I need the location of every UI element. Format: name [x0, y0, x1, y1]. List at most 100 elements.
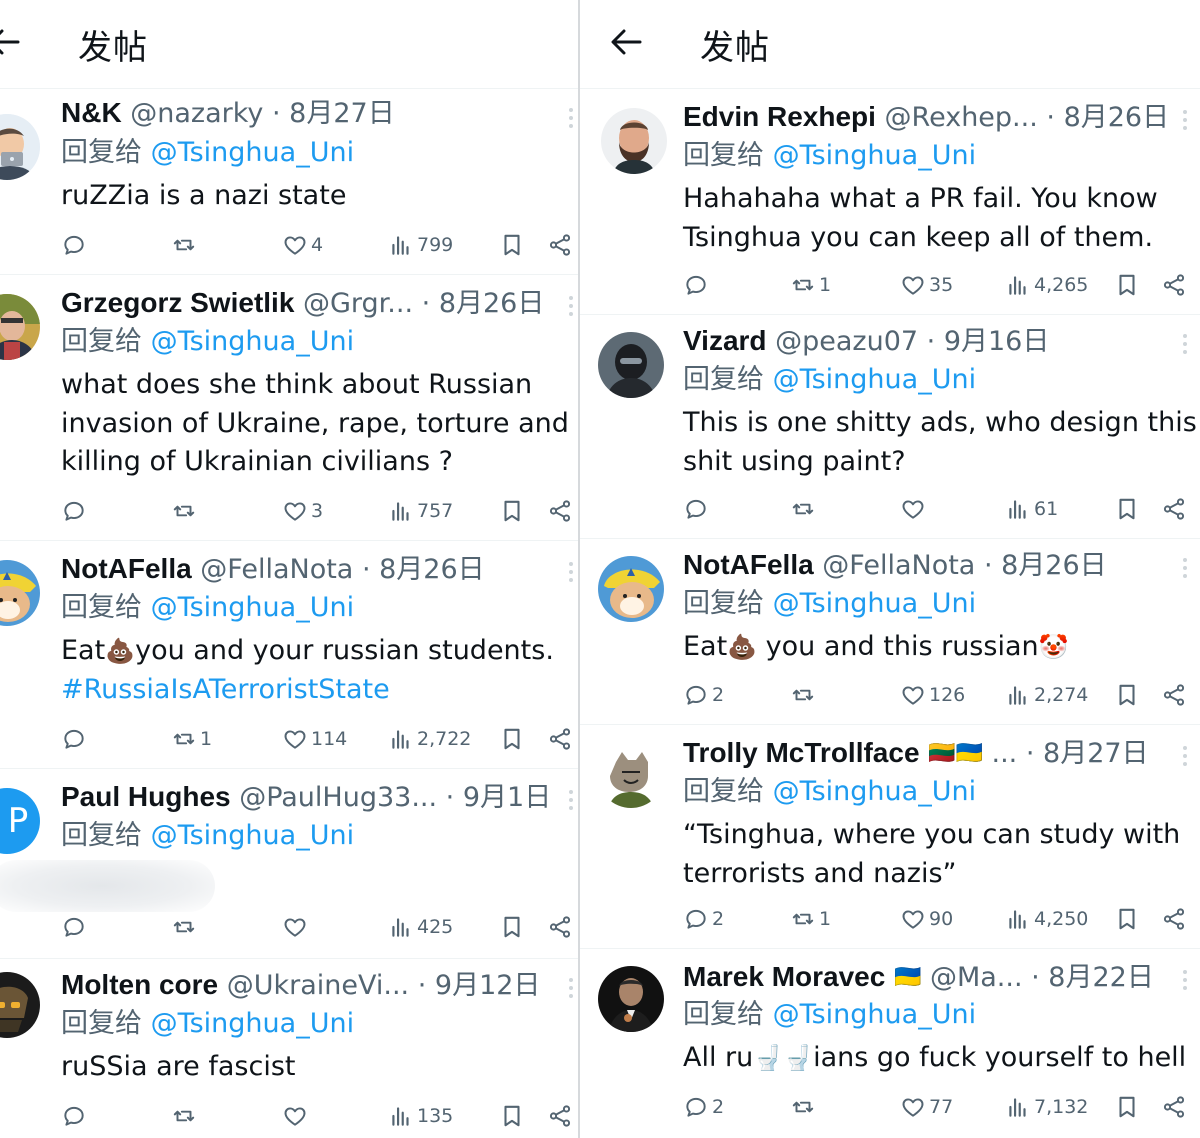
reply-button[interactable] — [683, 494, 712, 524]
more-options-icon[interactable] — [568, 296, 574, 320]
like-button[interactable]: 126 — [900, 680, 965, 710]
mention-link[interactable]: @Tsinghua_Uni — [773, 999, 977, 1030]
share-button[interactable] — [1161, 904, 1187, 934]
mention-link[interactable]: @Tsinghua_Uni — [151, 137, 355, 168]
more-options-icon[interactable] — [1182, 746, 1188, 770]
more-options-icon[interactable] — [1182, 334, 1188, 358]
reply-button[interactable] — [61, 230, 90, 260]
like-button[interactable] — [900, 494, 929, 524]
letter-avatar[interactable]: P — [0, 788, 40, 854]
tweet-reply[interactable]: Marek Moravec 🇺🇦 @Ma... · 8月22日 回复给 @Tsi… — [580, 948, 1200, 1138]
reply-button[interactable] — [61, 1101, 90, 1131]
retweet-button[interactable] — [171, 230, 200, 260]
post-date[interactable]: · 8月26日 — [422, 288, 545, 319]
display-name[interactable]: Marek Moravec — [683, 961, 885, 992]
share-button[interactable] — [1161, 680, 1187, 710]
back-arrow-icon[interactable] — [0, 22, 24, 62]
mention-link[interactable]: @Tsinghua_Uni — [151, 326, 355, 357]
mention-link[interactable]: @Tsinghua_Uni — [773, 588, 977, 619]
mention-link[interactable]: @Tsinghua_Uni — [151, 592, 355, 623]
more-options-icon[interactable] — [1182, 110, 1188, 134]
bearded-man-avatar[interactable] — [601, 108, 667, 174]
post-date[interactable]: · 8月27日 — [1026, 738, 1149, 769]
armored-helmet-avatar[interactable] — [0, 972, 40, 1038]
tweet-reply[interactable]: NotAFella @FellaNota · 8月26日 回复给 @Tsingh… — [580, 538, 1200, 725]
user-handle[interactable]: ... — [992, 738, 1018, 769]
user-handle[interactable]: @Rexhep... — [885, 102, 1038, 133]
tweet-reply[interactable]: Molten core @UkraineVi... · 9月12日 回复给 @T… — [0, 958, 578, 1138]
user-handle[interactable]: @PaulHug33... — [239, 782, 437, 813]
tweet-reply[interactable]: NotAFella @FellaNota · 8月26日 回复给 @Tsingh… — [0, 540, 578, 769]
more-options-icon[interactable] — [568, 108, 574, 132]
display-name[interactable]: Trolly McTrollface — [683, 737, 920, 768]
bookmark-button[interactable] — [499, 230, 525, 260]
share-button[interactable] — [547, 724, 573, 754]
post-date[interactable]: · 8月27日 — [272, 98, 395, 129]
bookmark-button[interactable] — [1114, 904, 1140, 934]
display-name[interactable]: Vizard — [683, 325, 767, 356]
mention-link[interactable]: @Tsinghua_Uni — [151, 820, 355, 851]
like-button[interactable]: 90 — [900, 904, 953, 934]
display-name[interactable]: N&K — [61, 97, 122, 128]
reply-button[interactable] — [61, 912, 90, 942]
more-options-icon[interactable] — [1182, 558, 1188, 582]
mention-link[interactable]: @Tsinghua_Uni — [151, 1008, 355, 1039]
bookmark-button[interactable] — [499, 1101, 525, 1131]
tweet-reply[interactable]: N&K @nazarky · 8月27日 回复给 @Tsinghua_Uni r… — [0, 88, 578, 275]
display-name[interactable]: Paul Hughes — [61, 781, 231, 812]
hashtag-link[interactable]: #RussiaIsATerroristState — [61, 671, 554, 710]
bookmark-button[interactable] — [1114, 680, 1140, 710]
retweet-button[interactable] — [790, 680, 819, 710]
share-button[interactable] — [1161, 494, 1187, 524]
post-date[interactable]: · 9月16日 — [927, 326, 1050, 357]
retweet-button[interactable] — [790, 1092, 819, 1122]
mention-link[interactable]: @Tsinghua_Uni — [773, 776, 977, 807]
tweet-reply[interactable]: Vizard @peazu07 · 9月16日 回复给 @Tsinghua_Un… — [580, 314, 1200, 539]
tweet-reply[interactable]: Grzegorz Swietlik @Grgr... · 8月26日 回复给 @… — [0, 274, 578, 541]
troll-cat-avatar[interactable] — [598, 742, 664, 808]
like-button[interactable]: 4 — [282, 230, 323, 260]
display-name[interactable]: Molten core — [61, 969, 218, 1000]
tweet-reply[interactable]: P Paul Hughes @PaulHug33... · 9月1日 回复给 @… — [0, 768, 578, 959]
retweet-button[interactable] — [790, 494, 819, 524]
views-button[interactable]: 799 — [388, 230, 453, 260]
display-name[interactable]: NotAFella — [683, 549, 814, 580]
like-button[interactable]: 3 — [282, 496, 323, 526]
user-handle[interactable]: @FellaNota — [200, 554, 353, 585]
bookmark-button[interactable] — [1114, 270, 1140, 300]
views-button[interactable]: 2,722 — [388, 724, 471, 754]
views-button[interactable]: 425 — [388, 912, 453, 942]
masked-soldier-avatar[interactable] — [598, 332, 664, 398]
share-button[interactable] — [547, 912, 573, 942]
post-date[interactable]: · 9月12日 — [418, 970, 541, 1001]
reply-button[interactable] — [61, 724, 90, 754]
views-button[interactable]: 7,132 — [1005, 1092, 1088, 1122]
user-handle[interactable]: @peazu07 — [775, 326, 918, 357]
more-options-icon[interactable] — [568, 978, 574, 1002]
share-button[interactable] — [547, 496, 573, 526]
like-button[interactable] — [282, 1101, 311, 1131]
share-button[interactable] — [547, 230, 573, 260]
share-button[interactable] — [547, 1101, 573, 1131]
like-button[interactable]: 35 — [900, 270, 953, 300]
display-name[interactable]: NotAFella — [61, 553, 192, 584]
share-button[interactable] — [1161, 1092, 1187, 1122]
bookmark-button[interactable] — [499, 724, 525, 754]
tweet-reply[interactable]: Edvin Rexhepi @Rexhep... · 8月26日 回复给 @Ts… — [580, 88, 1200, 315]
views-button[interactable]: 757 — [388, 496, 453, 526]
shiba-yellow-hat-avatar[interactable] — [0, 560, 40, 626]
user-handle[interactable]: @Ma... — [930, 962, 1023, 993]
back-arrow-icon[interactable] — [606, 22, 646, 62]
post-date[interactable]: · 9月1日 — [446, 782, 552, 813]
bookmark-button[interactable] — [499, 496, 525, 526]
post-date[interactable]: · 8月26日 — [1046, 102, 1169, 133]
like-button[interactable] — [282, 912, 311, 942]
share-button[interactable] — [1161, 270, 1187, 300]
godfather-avatar[interactable] — [598, 966, 664, 1032]
retweet-button[interactable] — [171, 912, 200, 942]
user-handle[interactable]: @UkraineVi... — [227, 970, 409, 1001]
more-options-icon[interactable] — [568, 790, 574, 814]
retweet-button[interactable]: 1 — [790, 270, 831, 300]
bookmark-button[interactable] — [499, 912, 525, 942]
user-handle[interactable]: @Grgr... — [303, 288, 413, 319]
